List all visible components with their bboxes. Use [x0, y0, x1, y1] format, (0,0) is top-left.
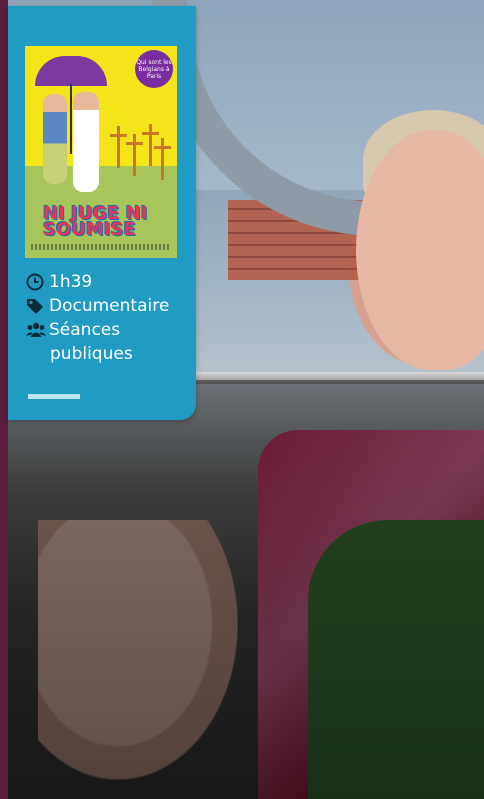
group-icon — [26, 321, 46, 339]
clock-icon — [26, 273, 44, 291]
screening-row: Séances — [26, 318, 169, 342]
genre-text: Documentaire — [49, 296, 170, 316]
poster-cross — [142, 124, 159, 166]
duration-text: 1h39 — [49, 272, 93, 292]
photo-glass — [8, 380, 484, 799]
poster-figure — [43, 94, 67, 184]
genre-row: Documentaire — [26, 294, 169, 318]
poster-figure — [73, 92, 99, 192]
poster-umbrella — [35, 56, 107, 86]
film-meta: 1h39 Documentaire Séances publiques — [26, 270, 169, 366]
tag-icon — [26, 297, 44, 315]
poster-badge: Qui sont les Belgians à Paris — [135, 50, 173, 88]
accent-bar — [28, 394, 80, 399]
poster-credits — [31, 244, 171, 250]
film-poster[interactable]: Qui sont les Belgians à Paris NI JUGE NI… — [25, 46, 177, 258]
screening-text: Séances — [49, 320, 121, 340]
duration-row: 1h39 — [26, 270, 169, 294]
poster-cross — [126, 134, 143, 176]
poster-cross — [154, 138, 171, 180]
poster-title: NI JUGE NI SOUMISE — [43, 203, 148, 240]
poster-cross — [110, 126, 127, 168]
poster-umbrella-pole — [70, 84, 72, 154]
screening-text-continued: publiques — [50, 344, 133, 364]
film-info-card[interactable]: Qui sont les Belgians à Paris NI JUGE NI… — [8, 6, 196, 420]
